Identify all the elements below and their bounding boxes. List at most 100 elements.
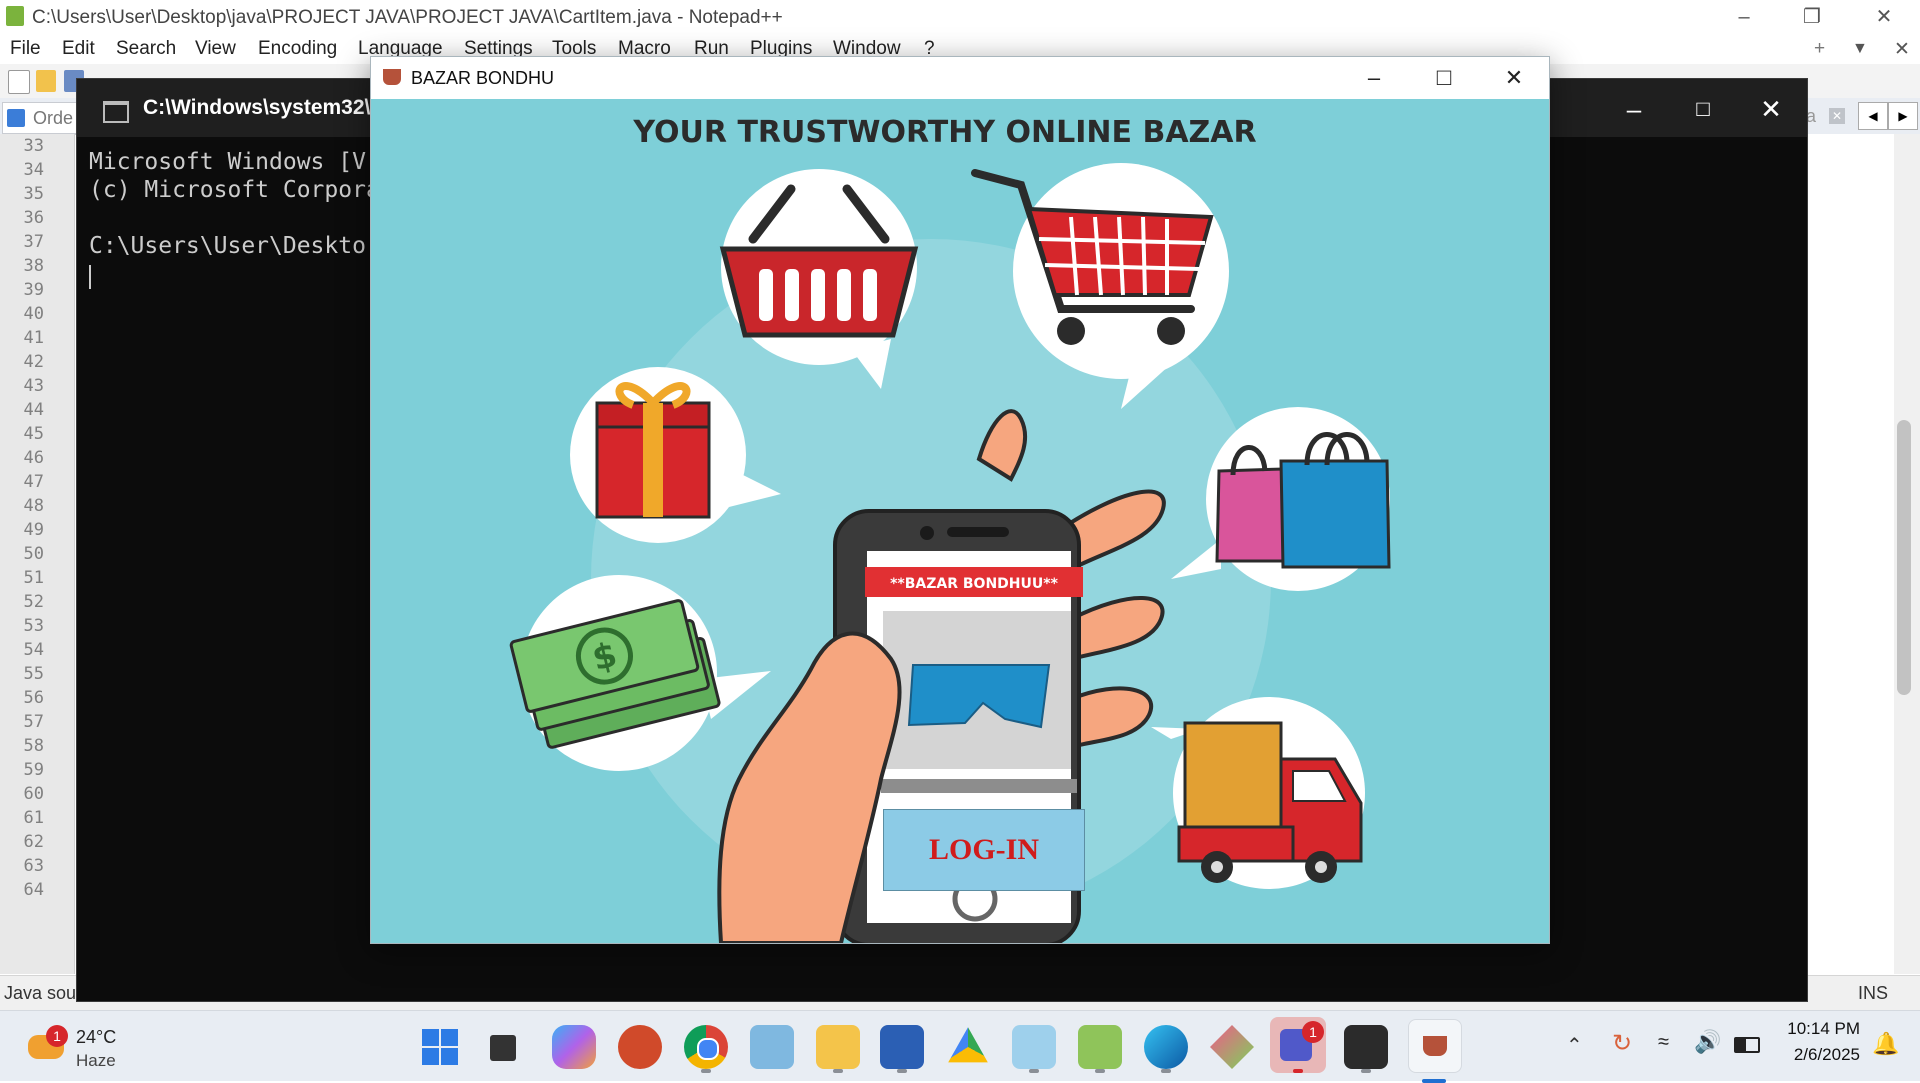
line-number: 41 xyxy=(23,328,44,348)
line-number: 49 xyxy=(23,520,44,540)
line-number: 55 xyxy=(23,664,44,684)
line-number: 64 xyxy=(23,880,44,900)
cmd-close-button[interactable]: ✕ xyxy=(1741,89,1801,129)
tab-scroll-right-icon[interactable]: ▶ xyxy=(1888,102,1918,130)
google-drive-icon[interactable] xyxy=(948,1027,988,1063)
sync-icon[interactable]: ↻ xyxy=(1612,1029,1632,1058)
weather-widget[interactable]: 1 24°C Haze xyxy=(20,1017,150,1075)
tutorial-app-icon[interactable] xyxy=(750,1025,794,1069)
windows-start-icon[interactable] xyxy=(418,1025,462,1069)
snipping-tool-icon[interactable] xyxy=(1210,1025,1254,1069)
notepad-icon[interactable] xyxy=(1012,1025,1056,1069)
line-number: 56 xyxy=(23,688,44,708)
chrome-running-indicator xyxy=(701,1069,711,1073)
notepad-minimize-button[interactable]: – xyxy=(1716,0,1772,34)
notepad-close-button[interactable]: ✕ xyxy=(1856,0,1912,34)
open-file-icon[interactable] xyxy=(36,70,56,92)
app-splash-content: YOUR TRUSTWORTHY ONLINE BAZAR $ **BAZAR … xyxy=(371,99,1549,943)
close-tab-icon[interactable]: ✕ xyxy=(1894,38,1910,61)
notepad-app-icon xyxy=(6,6,24,26)
line-number: 48 xyxy=(23,496,44,516)
app-maximize-button[interactable]: □ xyxy=(1409,57,1479,99)
notepad-window-title: C:\Users\User\Desktop\java\PROJECT JAVA\… xyxy=(32,7,783,28)
tab-list-icon[interactable]: ▼ xyxy=(1852,40,1868,58)
cmd-minimize-button[interactable]: – xyxy=(1604,89,1664,129)
console-cursor xyxy=(89,265,91,289)
line-number: 53 xyxy=(23,616,44,636)
line-number: 47 xyxy=(23,472,44,492)
wifi-icon[interactable]: ≈ xyxy=(1658,1031,1669,1054)
file-explorer-icon[interactable] xyxy=(816,1025,860,1069)
menu-search[interactable]: Search xyxy=(116,38,176,60)
tab-order-file[interactable]: Orde xyxy=(2,102,84,134)
edge-running-indicator xyxy=(1161,1069,1171,1073)
new-file-icon[interactable] xyxy=(8,70,30,94)
cmd-window-title: C:\Windows\system32\c xyxy=(143,96,383,119)
cmd-maximize-button[interactable]: □ xyxy=(1673,89,1733,129)
weather-temperature: 24°C xyxy=(76,1027,117,1047)
weather-badge: 1 xyxy=(46,1025,68,1047)
bazar-bondhu-taskbar-icon[interactable] xyxy=(1408,1019,1462,1073)
line-number: 61 xyxy=(23,808,44,828)
volume-icon[interactable]: 🔊 xyxy=(1694,1029,1721,1055)
windows-taskbar: 1 24°C Haze 1 ⌃ ↻ ≈ 🔊 10:14 PM 2/6/2025 xyxy=(0,1010,1920,1083)
clock[interactable]: 10:14 PM 2/6/2025 xyxy=(1770,1019,1860,1065)
show-hidden-icons[interactable]: ⌃ xyxy=(1566,1033,1583,1058)
copilot-icon[interactable] xyxy=(552,1025,596,1069)
app-minimize-button[interactable]: – xyxy=(1339,57,1409,99)
line-number: 46 xyxy=(23,448,44,468)
tab-order-label: Orde xyxy=(33,108,74,128)
line-number: 52 xyxy=(23,592,44,612)
line-number: 42 xyxy=(23,352,44,372)
headline-text: YOUR TRUSTWORTHY ONLINE BAZAR xyxy=(632,115,1256,150)
line-number: 54 xyxy=(23,640,44,660)
notepad-title-bar: C:\Users\User\Desktop\java\PROJECT JAVA\… xyxy=(0,0,1920,34)
line-number-gutter: 33 34 35 36 37 38 39 40 41 42 43 44 45 4… xyxy=(0,134,75,974)
line-number: 45 xyxy=(23,424,44,444)
menu-file[interactable]: File xyxy=(10,38,41,60)
terminal-running-indicator xyxy=(1361,1069,1371,1073)
status-language: Java sou xyxy=(4,983,77,1003)
task-view-icon[interactable] xyxy=(482,1025,526,1069)
bazar-bondhu-window: BAZAR BONDHU – □ ✕ YOUR TRUSTWORTHY ONLI… xyxy=(370,56,1550,944)
teams-badge-count: 1 xyxy=(1309,1024,1317,1040)
tab-close-icon[interactable]: ✕ xyxy=(1829,108,1845,124)
notification-bell-icon[interactable]: 🔔 xyxy=(1872,1031,1899,1057)
app-close-button[interactable]: ✕ xyxy=(1479,57,1549,99)
terminal-icon[interactable] xyxy=(1344,1025,1388,1069)
line-number: 37 xyxy=(23,232,44,252)
menu-edit[interactable]: Edit xyxy=(62,38,95,60)
line-number: 57 xyxy=(23,712,44,732)
app-title-bar: BAZAR BONDHU – □ ✕ xyxy=(371,57,1549,99)
word-icon[interactable] xyxy=(880,1025,924,1069)
line-number: 63 xyxy=(23,856,44,876)
clock-time: 10:14 PM xyxy=(1787,1019,1860,1038)
notepad-plus-plus-icon[interactable] xyxy=(1078,1025,1122,1069)
line-number: 60 xyxy=(23,784,44,804)
tab-scroll-left-icon[interactable]: ◀ xyxy=(1858,102,1888,130)
login-button[interactable]: LOG-IN xyxy=(883,809,1085,891)
line-number: 44 xyxy=(23,400,44,420)
powerpoint-icon[interactable] xyxy=(618,1025,662,1069)
line-number: 33 xyxy=(23,136,44,156)
chrome-icon[interactable] xyxy=(684,1025,728,1069)
notepad-restore-button[interactable]: ❐ xyxy=(1784,0,1840,34)
line-number: 34 xyxy=(23,160,44,180)
npp-running-indicator xyxy=(1095,1069,1105,1073)
notepad-editor-area[interactable] xyxy=(1806,134,1902,974)
console-line: (c) Microsoft Corpora xyxy=(89,177,380,203)
line-number: 35 xyxy=(23,184,44,204)
line-number: 40 xyxy=(23,304,44,324)
menu-encoding[interactable]: Encoding xyxy=(258,38,337,60)
app-window-title: BAZAR BONDHU xyxy=(411,68,555,88)
line-number: 59 xyxy=(23,760,44,780)
explorer-running-indicator xyxy=(833,1069,843,1073)
battery-icon[interactable] xyxy=(1734,1037,1760,1053)
notepad-scroll-thumb[interactable] xyxy=(1897,420,1911,695)
edge-icon[interactable] xyxy=(1144,1025,1188,1069)
line-number: 36 xyxy=(23,208,44,228)
menu-view[interactable]: View xyxy=(195,38,236,60)
status-insert-mode: INS xyxy=(1858,983,1889,1003)
teams-badge: 1 xyxy=(1302,1021,1324,1043)
add-tab-icon[interactable]: + xyxy=(1814,38,1825,60)
